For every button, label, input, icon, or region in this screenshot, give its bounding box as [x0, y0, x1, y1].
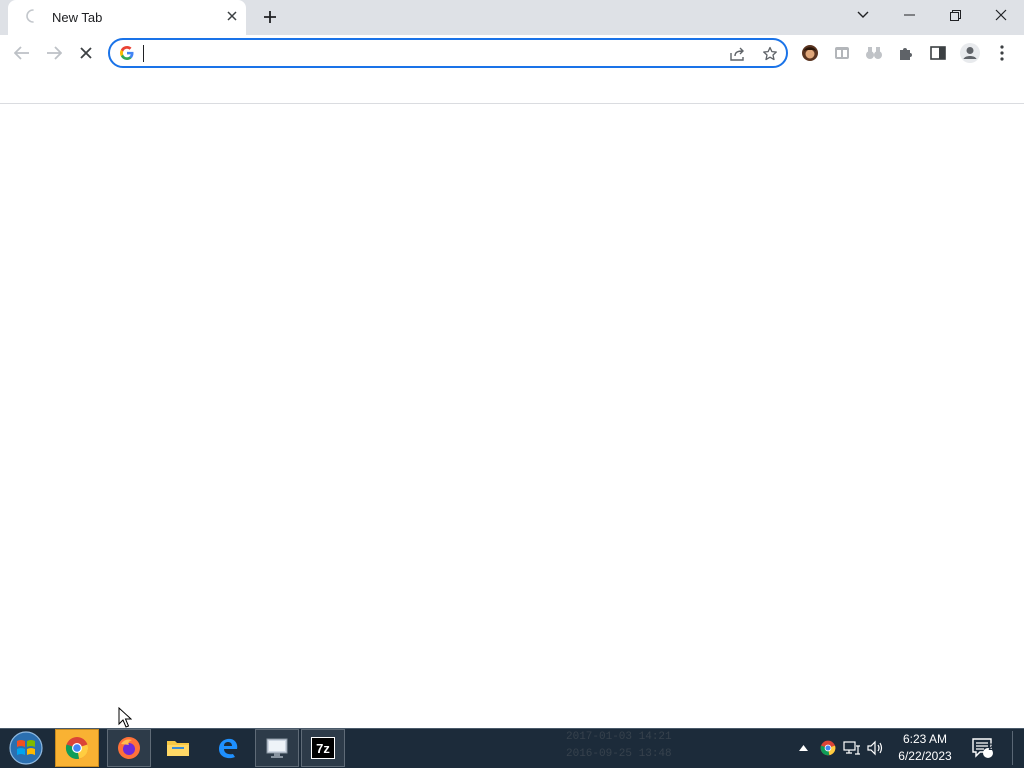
stop-loading-button[interactable]	[72, 39, 100, 67]
bookmarks-bar	[0, 71, 1024, 104]
taskbar-7zip[interactable]: 7z	[301, 729, 345, 767]
taskbar-edge[interactable]	[206, 729, 250, 767]
action-center-button[interactable]: 2	[970, 736, 996, 760]
system-clock[interactable]: 6:23 AM 6/22/2023	[888, 731, 962, 765]
firefox-icon	[118, 737, 140, 759]
tab-search-chevron-icon[interactable]	[840, 0, 886, 30]
side-panel-icon[interactable]	[925, 40, 951, 66]
menu-kebab-icon[interactable]	[989, 40, 1015, 66]
windows-taskbar: 7z 2017-01-03 14:21 2016-09-25 13:48 6:2…	[0, 728, 1024, 768]
browser-toolbar	[0, 35, 1024, 71]
taskbar-file-explorer[interactable]	[156, 729, 200, 767]
share-icon[interactable]	[728, 44, 748, 64]
page-content	[0, 104, 1024, 728]
clock-date: 6/22/2023	[898, 749, 952, 763]
tab-strip: New Tab	[0, 0, 1024, 35]
address-bar[interactable]	[108, 38, 788, 68]
text-caret	[143, 45, 144, 62]
address-input[interactable]	[142, 43, 712, 63]
tab-new-tab[interactable]: New Tab	[8, 0, 246, 35]
chrome-icon	[65, 737, 89, 759]
binoculars-extension-icon[interactable]	[861, 40, 887, 66]
monitor-icon	[266, 738, 288, 758]
edge-icon	[219, 738, 238, 759]
extensions-puzzle-icon[interactable]	[893, 40, 919, 66]
volume-icon[interactable]	[866, 736, 886, 760]
folder-icon	[167, 741, 189, 756]
mouse-cursor-icon	[118, 707, 132, 728]
tray-chrome-icon[interactable]	[818, 736, 838, 760]
show-hidden-icons-button[interactable]	[797, 736, 809, 760]
network-icon[interactable]	[842, 736, 862, 760]
google-g-icon	[120, 46, 134, 60]
tab-title: New Tab	[52, 10, 103, 25]
close-window-button[interactable]	[978, 0, 1024, 30]
profile-avatar-extension-icon[interactable]	[797, 40, 823, 66]
bookmark-star-icon[interactable]	[760, 44, 780, 64]
tab-close-icon[interactable]	[224, 8, 240, 24]
ghost-text-2: 2016-09-25 13:48	[566, 748, 672, 760]
forward-button[interactable]	[40, 39, 68, 67]
notification-count-badge: 2	[988, 742, 994, 752]
start-button[interactable]	[6, 730, 46, 766]
7zip-icon: 7z	[311, 737, 335, 759]
back-button[interactable]	[8, 39, 36, 67]
tab-manager-extension-icon[interactable]	[829, 40, 855, 66]
loading-spinner-icon	[26, 9, 34, 23]
new-tab-button[interactable]	[258, 6, 282, 28]
taskbar-remote-desktop[interactable]	[255, 729, 299, 767]
account-icon[interactable]	[957, 40, 983, 66]
restore-button[interactable]	[932, 0, 978, 30]
ghost-text-1: 2017-01-03 14:21	[566, 731, 672, 743]
minimize-button[interactable]	[886, 0, 932, 30]
taskbar-firefox[interactable]	[107, 729, 151, 767]
clock-time: 6:23 AM	[902, 732, 948, 746]
taskbar-chrome[interactable]	[55, 729, 99, 767]
show-desktop-button[interactable]	[1012, 731, 1023, 765]
